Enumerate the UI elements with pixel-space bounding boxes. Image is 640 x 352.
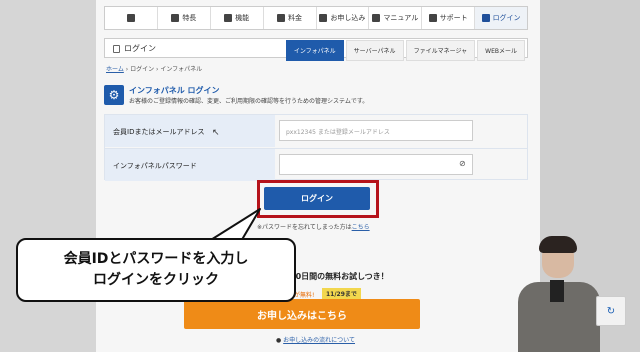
nav-features[interactable]: 特長 — [158, 7, 211, 29]
tab-webmail[interactable]: WEBメール — [477, 40, 525, 61]
login-title-bar: ログイン インフォパネル サーバーパネル ファイルマネージャ WEBメール — [104, 38, 528, 61]
presenter-hair — [539, 236, 577, 253]
login-button[interactable]: ログイン — [264, 187, 370, 210]
forgot-text: ※パスワードを忘れてしまった方は — [257, 224, 352, 231]
forgot-link[interactable]: こちら — [352, 224, 370, 231]
password-label: インフォパネルパスワード — [105, 149, 275, 181]
nav-label: マニュアル — [383, 14, 419, 22]
deadline-badge: 11/29まで — [322, 288, 361, 299]
eye-off-icon[interactable]: ⊘ — [459, 159, 466, 168]
breadcrumb-separator: › — [156, 66, 159, 73]
bubble-line-1: 会員IDとパスワードを入力し — [63, 251, 249, 267]
pen-icon — [319, 14, 328, 22]
flow-link-row: ● お申し込みの流れについて — [276, 335, 355, 344]
flow-link[interactable]: お申し込みの流れについて — [283, 337, 355, 344]
nav-home[interactable] — [105, 7, 158, 29]
trial-banner: 10日間の無料お試しつき！ — [290, 272, 389, 281]
gear-icon: ⚙ — [104, 85, 124, 105]
apply-button[interactable]: お申し込みはこちら — [184, 299, 420, 329]
info-icon: ● — [276, 337, 282, 344]
forgot-password: ※パスワードを忘れてしまった方はこちら — [257, 222, 370, 231]
tab-filemanager[interactable]: ファイルマネージャ — [405, 40, 476, 61]
nav-label: ログイン — [492, 14, 521, 22]
mouse-cursor-icon: ↖ — [212, 128, 220, 138]
nav-label: お申し込み — [330, 14, 366, 22]
panel-tabs: インフォパネル サーバーパネル ファイルマネージャ WEBメール — [285, 40, 525, 61]
presenter-collar — [550, 280, 564, 302]
lock-icon — [481, 14, 490, 22]
nav-label: 機能 — [235, 14, 250, 22]
bubble-line-2: ログインをクリック — [93, 272, 219, 288]
info-subtitle: お客様のご登録情報の確認、変更、ご利用期限の確認等を行うための管理システムです。 — [129, 98, 369, 105]
info-title: インフォパネル ログイン — [129, 86, 220, 95]
recaptcha-icon: ↻ — [596, 296, 626, 326]
book-icon — [372, 14, 381, 22]
free-label: が無料! — [294, 292, 315, 299]
nav-label: 料金 — [288, 14, 303, 22]
home-link[interactable]: ホーム — [106, 66, 124, 73]
info-heading: ⚙ インフォパネル ログイン お客様のご登録情報の確認、変更、ご利用期限の確認等… — [104, 82, 528, 108]
breadcrumb-separator: › — [125, 66, 129, 73]
nav-label: サポート — [439, 14, 468, 22]
tab-infopanel[interactable]: インフォパネル — [285, 40, 344, 61]
nav-login[interactable]: ログイン — [475, 7, 527, 29]
password-input[interactable] — [279, 154, 473, 175]
title-text: ログイン — [124, 44, 156, 53]
breadcrumb-current: インフォパネル — [160, 66, 203, 73]
id-label: 会員IDまたはメールアドレス — [105, 115, 275, 147]
presenter-image — [514, 236, 606, 352]
tab-serverpanel[interactable]: サーバーパネル — [345, 40, 404, 61]
monitor-icon — [171, 14, 180, 22]
tools-icon — [224, 14, 233, 22]
login-form: 会員IDまたはメールアドレス pxx12345 または登録メールアドレス インフ… — [104, 114, 528, 181]
breadcrumb: ホーム › ログイン › インフォパネル — [106, 64, 202, 73]
nav-support[interactable]: サポート — [422, 7, 476, 29]
nav-apply[interactable]: お申し込み — [317, 7, 370, 29]
nav-label: 特長 — [182, 14, 197, 22]
top-navigation: 特長 機能 料金 お申し込み マニュアル サポート ログイン — [104, 6, 528, 30]
lock-icon — [113, 44, 120, 53]
password-row: インフォパネルパスワード ⊘ — [105, 148, 527, 181]
id-row: 会員IDまたはメールアドレス pxx12345 または登録メールアドレス — [105, 115, 527, 147]
id-input[interactable]: pxx12345 または登録メールアドレス — [279, 120, 473, 141]
home-icon — [126, 14, 135, 22]
info-text: インフォパネル ログイン お客様のご登録情報の確認、変更、ご利用期限の確認等を行… — [129, 85, 368, 105]
nav-pricing[interactable]: 料金 — [264, 7, 317, 29]
page-title: ログイン — [113, 43, 156, 54]
user-icon — [428, 14, 437, 22]
breadcrumb-login[interactable]: ログイン — [130, 66, 154, 73]
nav-manual[interactable]: マニュアル — [369, 7, 423, 29]
instruction-bubble: 会員IDとパスワードを入力し ログインをクリック — [16, 238, 296, 302]
nav-functions[interactable]: 機能 — [211, 7, 264, 29]
tag-icon — [277, 14, 286, 22]
